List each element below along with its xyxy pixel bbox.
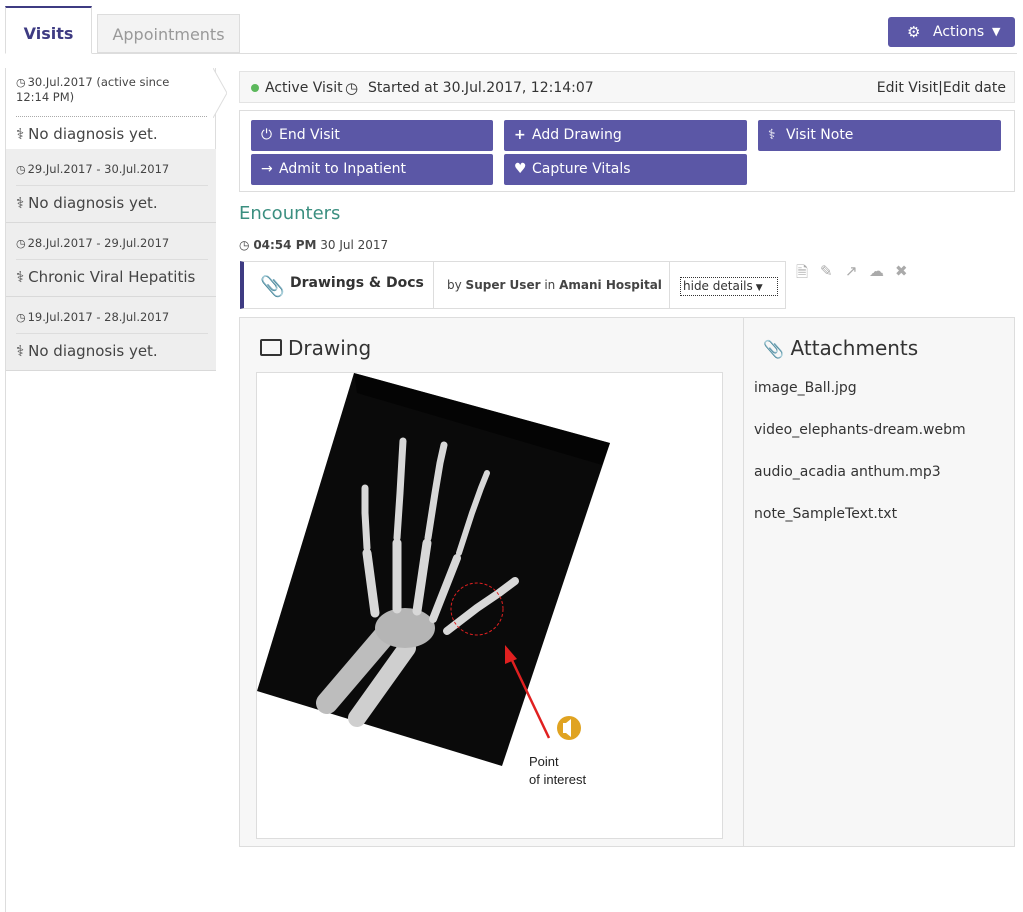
actions-button[interactable]: ⚙ Actions ▼: [888, 17, 1015, 47]
encounters-title: Encounters: [239, 203, 341, 224]
gear-icon: ⚙: [907, 23, 921, 41]
actions-label: Actions: [933, 24, 985, 40]
stethoscope-icon: ⚕: [16, 342, 25, 360]
attachment-link[interactable]: video_elephants-dream.webm: [754, 422, 966, 438]
visit-diagnosis: ⚕ No diagnosis yet.: [16, 194, 158, 212]
drawing-section-title: Drawing: [260, 336, 371, 360]
visit-diagnosis: ⚕ No diagnosis yet.: [16, 125, 158, 143]
encounter-row[interactable]: 📎 Drawings & Docs by Super User in Amani…: [240, 261, 786, 309]
visit-date: ◷ 29.Jul.2017 - 30.Jul.2017: [16, 162, 170, 177]
end-visit-button[interactable]: ⏻ End Visit: [251, 120, 493, 151]
edit-visit-link[interactable]: Edit Visit: [877, 80, 938, 96]
visit-item[interactable]: ◷ 28.Jul.2017 - 29.Jul.2017 ⚕ Chronic Vira…: [6, 223, 216, 297]
visit-date: ◷ 19.Jul.2017 - 28.Jul.2017: [16, 310, 170, 325]
visit-item-active[interactable]: ◷ 30.Jul.2017 (active since 12:14 PM) ⚕ No…: [6, 68, 216, 149]
location-name: Amani Hospital: [559, 278, 662, 292]
tab-appointments[interactable]: Appointments: [97, 14, 240, 53]
visit-item[interactable]: ◷ 19.Jul.2017 - 28.Jul.2017 ⚕ No diagnosis…: [6, 297, 216, 371]
encounter-time: 04:54 PM: [253, 238, 317, 252]
power-icon: ⏻: [261, 127, 273, 143]
stethoscope-icon: ⚕: [16, 194, 25, 212]
cloud-download-icon[interactable]: ☁: [869, 262, 884, 280]
plus-icon: +: [514, 127, 526, 143]
paperclip-icon: 📎: [260, 274, 285, 298]
visit-diagnosis: ⚕ No diagnosis yet.: [16, 342, 158, 360]
drawing-canvas[interactable]: Point of interest: [256, 372, 723, 839]
external-link-icon[interactable]: ↗: [845, 262, 858, 280]
edit-date-link[interactable]: Edit date: [943, 80, 1006, 96]
stethoscope-icon: ⚕: [16, 268, 25, 286]
stethoscope-icon: ⚕: [16, 125, 25, 143]
visit-item[interactable]: ◷ 29.Jul.2017 - 30.Jul.2017 ⚕ No diagnosis…: [6, 149, 216, 223]
document-icon[interactable]: 🗎: [796, 262, 808, 287]
clock-icon: ◷: [16, 76, 26, 89]
add-drawing-button[interactable]: + Add Drawing: [504, 120, 747, 151]
attachment-link[interactable]: audio_acadia anthum.mp3: [754, 464, 941, 480]
attachment-link[interactable]: image_Ball.jpg: [754, 380, 857, 396]
encounter-title: Drawings & Docs: [290, 275, 424, 291]
visits-timeline: ◷ 30.Jul.2017 (active since 12:14 PM) ⚕ No…: [5, 68, 216, 912]
encounter-provider: by Super User in Amani Hospital: [447, 278, 662, 292]
caret-down-icon: ▼: [755, 283, 763, 293]
xray-drawing: [257, 373, 610, 766]
visit-actions-panel: ⏻ End Visit + Add Drawing ⚕ Visit Note → Adm…: [239, 110, 1015, 192]
clock-icon: ◷: [345, 79, 359, 97]
visit-tabs: Visits Appointments: [5, 6, 1017, 54]
sign-in-icon: →: [261, 161, 273, 177]
capture-vitals-button[interactable]: ♥ Capture Vitals: [504, 154, 747, 185]
hide-details-button[interactable]: hide details ▼: [680, 277, 778, 296]
visit-header-bar: Active Visit ◷ Started at 30.Jul.2017, 1…: [239, 71, 1015, 103]
encounter-details: Drawing Point of interest 📎 Attachments …: [239, 317, 1015, 847]
provider-name: Super User: [465, 278, 541, 292]
attachments-title: 📎 Attachments: [763, 336, 919, 360]
paperclip-icon: 📎: [763, 340, 785, 360]
tab-visits[interactable]: Visits: [5, 6, 92, 54]
visit-date-line2: 12:14 PM): [16, 90, 75, 104]
encounter-date: 30 Jul 2017: [320, 238, 389, 252]
clock-icon: ◷: [16, 163, 26, 176]
visit-status: Active Visit: [265, 80, 343, 96]
caret-down-icon: ▼: [992, 25, 1001, 38]
clock-icon: ◷: [239, 238, 250, 252]
visit-date: ◷ 30.Jul.2017 (active since: [16, 75, 170, 90]
stethoscope-icon: ⚕: [768, 127, 776, 143]
pencil-icon[interactable]: ✎: [820, 262, 833, 280]
attachment-link[interactable]: note_SampleText.txt: [754, 506, 897, 522]
admit-inpatient-button[interactable]: → Admit to Inpatient: [251, 154, 493, 185]
annotation-label: Point of interest: [529, 754, 587, 787]
clock-icon: ◷: [16, 237, 26, 250]
heartbeat-icon: ♥: [514, 161, 527, 177]
active-visit-pointer: [213, 68, 227, 118]
visit-note-button[interactable]: ⚕ Visit Note: [758, 120, 1001, 151]
image-icon: [260, 339, 282, 356]
delete-icon[interactable]: ✖: [895, 262, 908, 280]
visit-diagnosis: ⚕ Chronic Viral Hepatitis: [16, 268, 196, 286]
visit-start-time: Started at 30.Jul.2017, 12:14:07: [368, 80, 594, 96]
visit-date: ◷ 28.Jul.2017 - 29.Jul.2017: [16, 236, 170, 251]
clock-icon: ◷: [16, 311, 26, 324]
active-status-dot: [251, 84, 259, 92]
encounter-datetime: ◷ 04:54 PM 30 Jul 2017: [239, 238, 388, 252]
edit-links: Edit Visit|Edit date: [877, 72, 1006, 104]
